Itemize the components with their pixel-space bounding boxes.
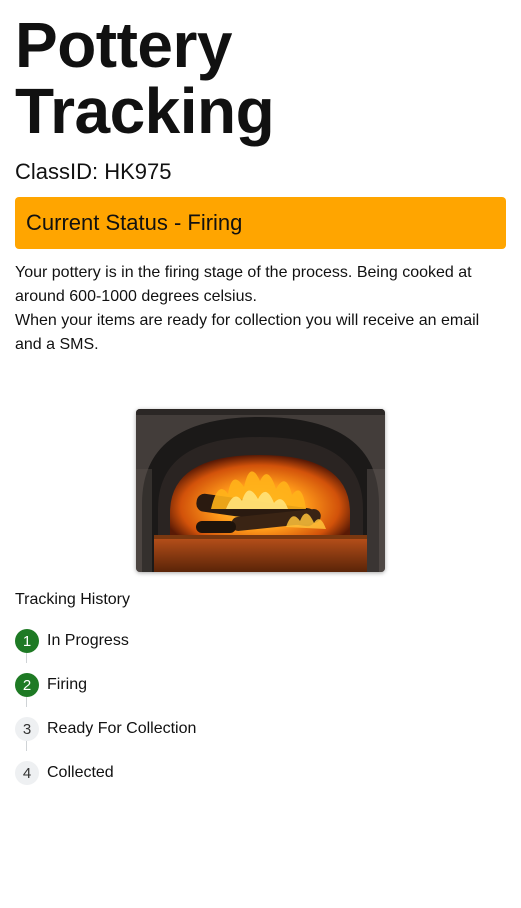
step-label: Firing xyxy=(47,676,88,693)
step-number-badge: 4 xyxy=(15,761,39,785)
status-description: Your pottery is in the firing stage of t… xyxy=(15,261,506,357)
tracking-step-firing: 2 Firing xyxy=(15,663,506,707)
status-description-firing: Your pottery is in the firing stage of t… xyxy=(15,264,472,305)
tracking-steps: 1 In Progress 2 Firing 3 Ready For Colle… xyxy=(15,619,506,795)
status-banner: Current Status - Firing xyxy=(15,197,506,249)
step-number-badge: 1 xyxy=(15,629,39,653)
step-label: Collected xyxy=(47,764,114,781)
page-title: Pottery Tracking xyxy=(15,9,275,147)
tracking-step-ready-for-collection: 3 Ready For Collection xyxy=(15,707,506,751)
tracking-history-title: Tracking History xyxy=(15,591,130,608)
status-banner-text: Current Status - Firing xyxy=(26,210,243,235)
step-label: Ready For Collection xyxy=(47,720,197,737)
step-number-badge: 2 xyxy=(15,673,39,697)
class-id: ClassID: HK975 xyxy=(15,159,172,184)
step-label: In Progress xyxy=(47,632,129,649)
status-description-collection: When your items are ready for collection… xyxy=(15,312,480,353)
step-number-badge: 3 xyxy=(15,717,39,741)
tracking-step-collected: 4 Collected xyxy=(15,751,506,795)
tracking-step-in-progress: 1 In Progress xyxy=(15,619,506,663)
oven-photo xyxy=(136,409,385,572)
